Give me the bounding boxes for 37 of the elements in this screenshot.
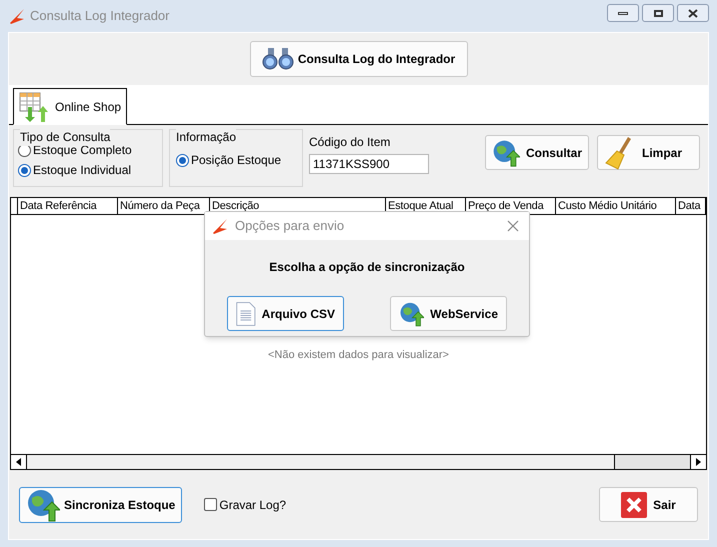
globe-arrow-icon	[26, 488, 60, 522]
close-icon	[621, 492, 648, 518]
checkbox[interactable]	[204, 498, 218, 511]
column-header[interactable]: Data Referência	[18, 198, 118, 214]
field-label: Código do Item	[309, 134, 392, 151]
table-arrows-icon	[19, 90, 49, 122]
tab[interactable]: Online Shop	[13, 88, 128, 125]
sair-button[interactable]: Sair	[599, 487, 698, 522]
minimize-button[interactable]	[607, 4, 639, 22]
maximize-button[interactable]	[642, 4, 674, 22]
column-header[interactable]: Data	[676, 198, 706, 214]
radio-label: Estoque Completo	[33, 143, 132, 159]
group-title: Tipo de Consulta	[20, 128, 110, 146]
consulta-log-button[interactable]: Consulta Log do Integrador	[250, 41, 468, 77]
action-button[interactable]: Limpar	[597, 135, 700, 170]
dialog-option-button[interactable]: WebService	[390, 296, 507, 331]
dialog-message: Escolha a opção de sincronização	[269, 259, 465, 276]
sincroniza-estoque-button[interactable]: Sincroniza Estoque	[19, 486, 182, 522]
column-header[interactable]: Custo Médio Unitário	[556, 198, 676, 214]
radio-label: Estoque Individual	[33, 162, 132, 179]
dialog-title: Opções para envio	[235, 217, 344, 236]
dialog-option-button[interactable]: Arquivo CSV	[227, 296, 344, 331]
radio-button[interactable]	[18, 164, 31, 176]
binoculars-icon	[262, 47, 294, 71]
close-icon[interactable]	[507, 220, 519, 232]
group-title: Informação	[176, 128, 236, 146]
codigo-item-field[interactable]: 11371KSS900	[309, 154, 429, 174]
close-icon	[688, 8, 698, 18]
radio-label: Posição Estoque	[191, 152, 282, 169]
radio-button[interactable]	[176, 154, 189, 166]
empty-message: <Não existem dados para visualizar>	[268, 348, 449, 363]
checkbox-label: Gravar Log?	[219, 496, 286, 514]
action-button[interactable]: Consultar	[485, 135, 589, 170]
scroll-right-button[interactable]	[690, 455, 706, 469]
close-button[interactable]	[677, 4, 709, 22]
window-title: Consulta Log Integrador	[30, 7, 170, 26]
scroll-left-button[interactable]	[11, 455, 27, 469]
